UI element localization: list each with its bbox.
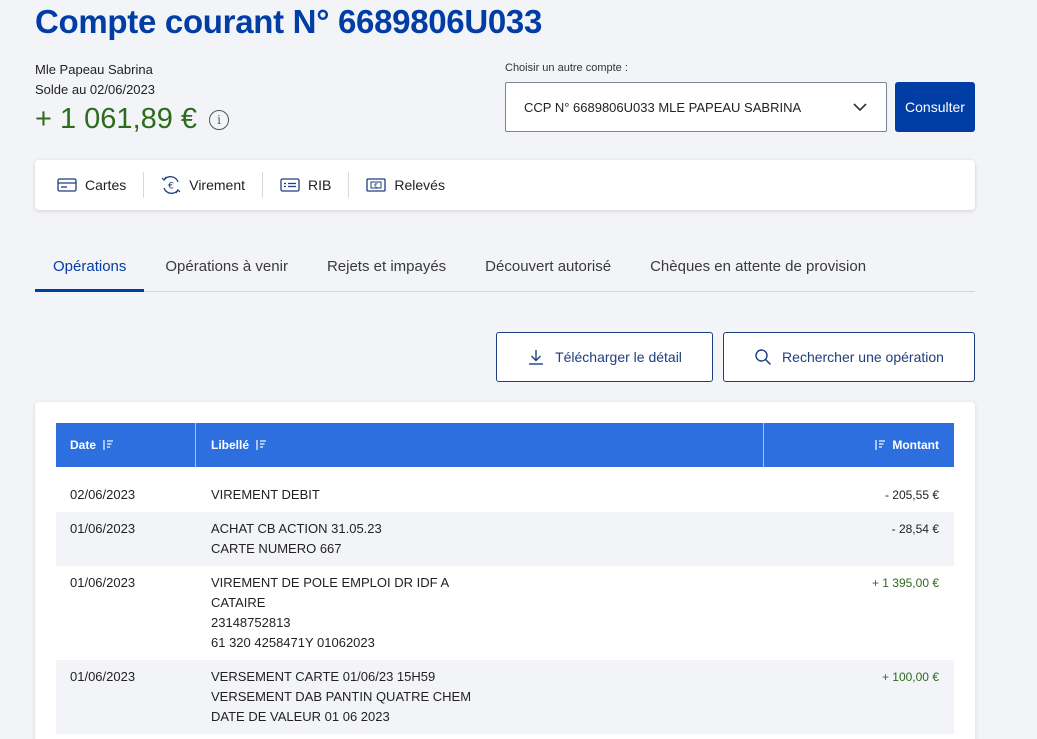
row-montant: + 100,00 € <box>881 670 939 684</box>
sort-icon <box>103 440 114 450</box>
account-select[interactable]: CCP N° 6689806U033 MLE PAPEAU SABRINA <box>505 82 887 132</box>
row-libelle: VERSEMENT CARTE 01/06/23 15H59 VERSEMENT… <box>196 667 764 727</box>
row-montant: + 1 395,00 € <box>871 576 939 590</box>
action-virement[interactable]: € Virement <box>143 172 262 198</box>
action-rib[interactable]: RIB <box>262 172 348 198</box>
row-date: 01/06/2023 <box>70 575 136 590</box>
table-body: 02/06/2023 VIREMENT DEBIT - 205,55 € 01/… <box>56 478 954 734</box>
tab-operations-a-venir[interactable]: Opérations à venir <box>147 248 306 292</box>
account-actions-bar: Cartes € Virement RIB € Relevés <box>35 160 975 210</box>
libelle-line: VERSEMENT DAB PANTIN QUATRE CHEM <box>211 689 472 704</box>
tab-cheques-attente[interactable]: Chèques en attente de provision <box>632 248 884 292</box>
sort-icon <box>256 440 267 450</box>
action-label: RIB <box>308 177 332 193</box>
row-libelle: VIREMENT DE POLE EMPLOI DR IDF A CATAIRE… <box>196 573 764 653</box>
page-title: Compte courant N° 6689806U033 <box>35 3 543 40</box>
table-row[interactable]: 01/06/2023 VERSEMENT CARTE 01/06/23 15H5… <box>56 660 954 734</box>
row-date: 01/06/2023 <box>70 669 136 684</box>
row-libelle: VIREMENT DEBIT <box>196 485 764 505</box>
action-cartes[interactable]: Cartes <box>57 172 143 198</box>
choose-account-label: Choisir un autre compte : <box>505 62 628 74</box>
column-header-libelle[interactable]: Libellé <box>196 423 764 467</box>
search-label: Rechercher une opération <box>782 349 944 365</box>
balance-amount: + 1 061,89 € <box>35 103 198 135</box>
chevron-down-icon <box>853 103 867 112</box>
search-icon <box>755 349 772 366</box>
operations-tabs: Opérations Opérations à venir Rejets et … <box>35 248 975 292</box>
column-label: Date <box>70 438 97 452</box>
operations-table-card: Date Libellé Montant 02/06/2023 VIREMENT… <box>35 402 975 739</box>
libelle-line: VIREMENT DEBIT <box>211 487 320 502</box>
search-operation-button[interactable]: Rechercher une opération <box>723 332 975 382</box>
card-icon <box>57 178 77 192</box>
account-select-value: CCP N° 6689806U033 MLE PAPEAU SABRINA <box>524 99 802 115</box>
tab-operations[interactable]: Opérations <box>35 248 145 292</box>
column-header-montant[interactable]: Montant <box>764 423 954 467</box>
row-date: 01/06/2023 <box>70 521 136 536</box>
column-label: Libellé <box>211 438 250 452</box>
table-row[interactable]: 01/06/2023 VIREMENT DE POLE EMPLOI DR ID… <box>56 566 954 660</box>
download-icon <box>529 350 544 365</box>
libelle-line: VERSEMENT CARTE 01/06/23 15H59 <box>211 669 436 684</box>
action-label: Relevés <box>394 177 445 193</box>
tab-decouvert-autorise[interactable]: Découvert autorisé <box>467 248 629 292</box>
libelle-line: 61 320 4258471Y 01062023 <box>211 635 375 650</box>
libelle-line: 23148752813 <box>211 615 291 630</box>
column-label: Montant <box>892 438 939 452</box>
statement-icon: € <box>366 178 387 192</box>
consult-button[interactable]: Consulter <box>895 82 975 132</box>
row-montant: - 28,54 € <box>891 522 939 536</box>
svg-text:€: € <box>374 182 378 189</box>
libelle-line: DATE DE VALEUR 01 06 2023 <box>211 709 390 724</box>
balance-date-label: Solde au 02/06/2023 <box>35 82 155 97</box>
column-header-date[interactable]: Date <box>56 423 196 467</box>
tab-rejets-impayes[interactable]: Rejets et impayés <box>309 248 464 292</box>
table-row[interactable]: 02/06/2023 VIREMENT DEBIT - 205,55 € <box>56 478 954 512</box>
table-row[interactable]: 01/06/2023 ACHAT CB ACTION 31.05.23 CART… <box>56 512 954 566</box>
row-libelle: ACHAT CB ACTION 31.05.23 CARTE NUMERO 66… <box>196 519 764 559</box>
account-balance: + 1 061,89 € i <box>35 103 230 136</box>
action-releves[interactable]: € Relevés <box>348 172 462 198</box>
libelle-line: ACHAT CB ACTION 31.05.23 <box>211 521 382 536</box>
action-label: Cartes <box>85 177 127 193</box>
account-holder: Mle Papeau Sabrina <box>35 62 153 77</box>
sort-icon <box>875 440 886 450</box>
row-montant: - 205,55 € <box>884 488 939 502</box>
info-icon[interactable]: i <box>209 109 230 130</box>
svg-text:€: € <box>168 182 174 192</box>
download-detail-button[interactable]: Télécharger le détail <box>496 332 713 382</box>
libelle-line: CATAIRE <box>211 595 266 610</box>
table-header: Date Libellé Montant <box>56 423 954 467</box>
row-date: 02/06/2023 <box>70 487 136 502</box>
rib-icon <box>280 178 300 192</box>
action-label: Virement <box>189 177 246 193</box>
transfer-icon: € <box>161 176 181 194</box>
download-label: Télécharger le détail <box>555 349 682 365</box>
libelle-line: CARTE NUMERO 667 <box>211 541 342 556</box>
libelle-line: VIREMENT DE POLE EMPLOI DR IDF A <box>211 575 450 590</box>
